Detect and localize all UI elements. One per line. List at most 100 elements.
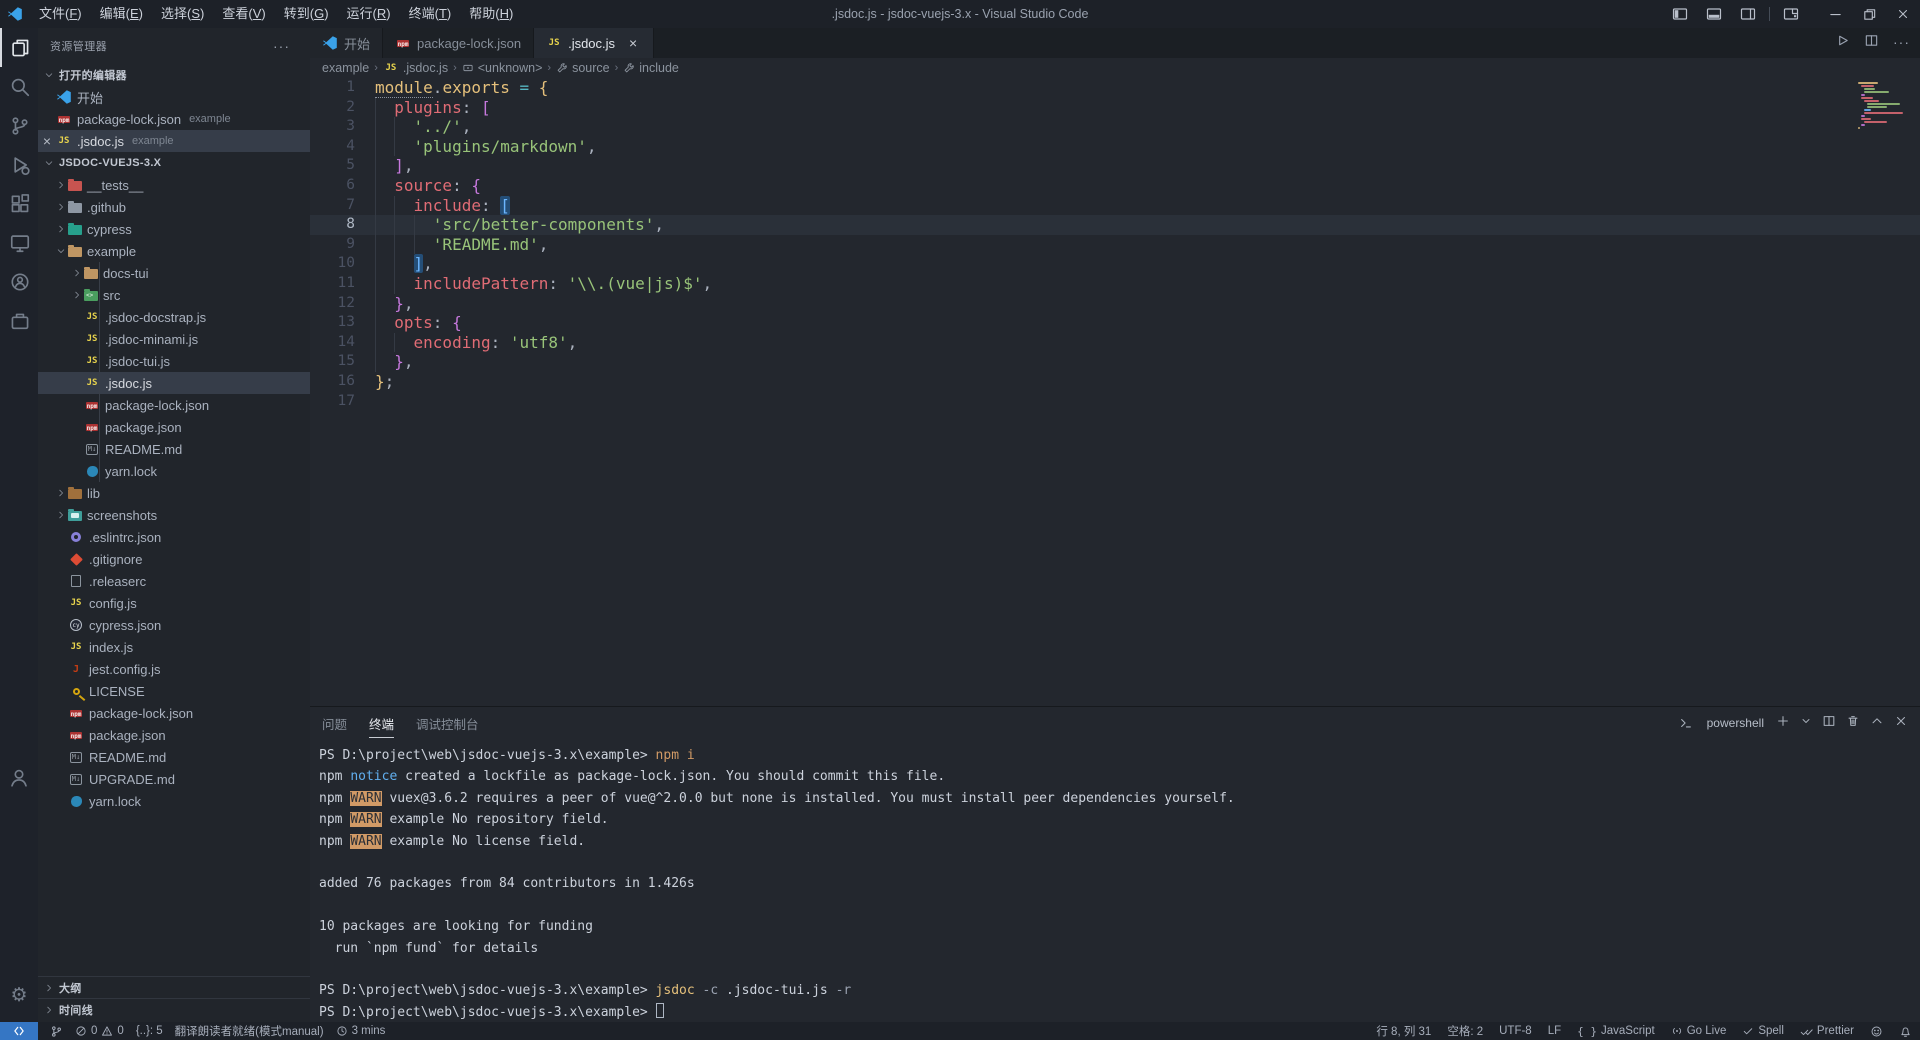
toggle-panel-button[interactable] bbox=[1697, 0, 1731, 28]
toggle-sidebar-button[interactable] bbox=[1663, 0, 1697, 28]
tree-item[interactable]: JSconfig.js bbox=[38, 592, 310, 614]
status-encoding[interactable]: UTF-8 bbox=[1499, 1025, 1532, 1037]
menu-item[interactable]: 选择(S) bbox=[152, 0, 213, 28]
open-editor-item[interactable]: ×JS.jsdoc.jsexample bbox=[38, 130, 310, 152]
tree-item[interactable]: M↓README.md bbox=[38, 746, 310, 768]
breadcrumb-item[interactable]: <unknown> bbox=[462, 61, 543, 75]
code-line[interactable]: 13 opts: { bbox=[310, 313, 1920, 333]
menu-item[interactable]: 帮助(H) bbox=[460, 0, 522, 28]
more-button[interactable]: ··· bbox=[1893, 34, 1910, 52]
tree-item[interactable]: .gitignore bbox=[38, 548, 310, 570]
panel-tab[interactable]: 终端 bbox=[369, 708, 394, 738]
sidebar-more-actions-button[interactable]: ··· bbox=[273, 38, 290, 54]
tree-item[interactable]: JS.jsdoc.js bbox=[38, 372, 310, 394]
status-timer[interactable]: 3 mins bbox=[336, 1025, 386, 1037]
kill-terminal-button[interactable] bbox=[1846, 714, 1860, 733]
remote-indicator[interactable] bbox=[0, 1022, 38, 1040]
breadcrumb-item[interactable]: include bbox=[623, 61, 679, 75]
code-line[interactable]: 9 'README.md', bbox=[310, 235, 1920, 255]
breadcrumb-item[interactable]: source bbox=[556, 61, 610, 75]
code-line[interactable]: 14 encoding: 'utf8', bbox=[310, 333, 1920, 353]
close-button[interactable] bbox=[1886, 0, 1920, 28]
tree-item[interactable]: LICENSE bbox=[38, 680, 310, 702]
code-line[interactable]: 12 }, bbox=[310, 294, 1920, 314]
tree-item[interactable]: docs-tui bbox=[38, 262, 310, 284]
tree-item[interactable]: screenshots bbox=[38, 504, 310, 526]
terminal-output[interactable]: PS D:\project\web\jsdoc-vuejs-3.x\exampl… bbox=[310, 739, 1920, 1022]
code-line[interactable]: 6 source: { bbox=[310, 176, 1920, 196]
editor-tab[interactable]: npmpackage-lock.json bbox=[383, 28, 534, 58]
code-line[interactable]: 10 ], bbox=[310, 254, 1920, 274]
tree-item[interactable]: JS.jsdoc-docstrap.js bbox=[38, 306, 310, 328]
activity-extensions-button[interactable] bbox=[0, 184, 38, 223]
minimize-button[interactable] bbox=[1818, 0, 1852, 28]
tree-item[interactable]: npmpackage.json bbox=[38, 724, 310, 746]
close-icon[interactable]: × bbox=[625, 35, 641, 51]
activity-project-manager-button[interactable] bbox=[0, 301, 38, 340]
menu-item[interactable]: 编辑(E) bbox=[91, 0, 152, 28]
tree-item[interactable]: JS.jsdoc-tui.js bbox=[38, 350, 310, 372]
launch-profile-button[interactable] bbox=[1800, 714, 1812, 732]
tree-item[interactable]: lib bbox=[38, 482, 310, 504]
tree-item[interactable]: cypress bbox=[38, 218, 310, 240]
tree-item[interactable]: __tests__ bbox=[38, 174, 310, 196]
tree-item[interactable]: .eslintrc.json bbox=[38, 526, 310, 548]
menu-item[interactable]: 运行(R) bbox=[338, 0, 400, 28]
tree-item[interactable]: yarn.lock bbox=[38, 460, 310, 482]
code-line[interactable]: 16}; bbox=[310, 372, 1920, 392]
status-translator[interactable]: 翻译朗读者就绪(模式manual) bbox=[175, 1023, 324, 1039]
menu-item[interactable]: 转到(G) bbox=[275, 0, 338, 28]
activity-accounts-button[interactable] bbox=[0, 758, 38, 797]
section-时间线[interactable]: 时间线 bbox=[38, 998, 310, 1020]
tree-item[interactable]: JS.jsdoc-minami.js bbox=[38, 328, 310, 350]
shell-selector[interactable]: powershell bbox=[1707, 716, 1764, 730]
tree-item[interactable]: Jjest.config.js bbox=[38, 658, 310, 680]
status-notifications[interactable] bbox=[1899, 1025, 1912, 1038]
toggle-secondary-sidebar-button[interactable] bbox=[1731, 0, 1765, 28]
activity-explorer-button[interactable] bbox=[0, 28, 38, 67]
status-snippets[interactable]: {..}: 5 bbox=[136, 1025, 163, 1037]
status-prettier[interactable]: Prettier bbox=[1800, 1025, 1854, 1038]
tree-item[interactable]: src bbox=[38, 284, 310, 306]
panel-tab[interactable]: 问题 bbox=[322, 708, 347, 738]
activity-remote-explorer-button[interactable] bbox=[0, 223, 38, 262]
split-editor-button[interactable] bbox=[1864, 33, 1879, 53]
close-panel-button[interactable] bbox=[1894, 714, 1908, 733]
code-line[interactable]: 17 bbox=[310, 392, 1920, 412]
status-branch[interactable] bbox=[50, 1025, 63, 1038]
editor-tab[interactable]: JS.jsdoc.js× bbox=[534, 28, 654, 58]
close-icon[interactable]: × bbox=[38, 132, 56, 150]
editor-tab[interactable]: 开始 bbox=[310, 28, 383, 58]
code-line[interactable]: 11 includePattern: '\\.(vue|js)$', bbox=[310, 274, 1920, 294]
tree-item[interactable]: JSindex.js bbox=[38, 636, 310, 658]
activity-live-share-button[interactable] bbox=[0, 262, 38, 301]
menu-item[interactable]: 终端(T) bbox=[400, 0, 461, 28]
activity-settings-button[interactable]: ⚙ bbox=[0, 976, 38, 1015]
section-大纲[interactable]: 大纲 bbox=[38, 976, 310, 998]
code-line[interactable]: 4 'plugins/markdown', bbox=[310, 137, 1920, 157]
code-line[interactable]: 2 plugins: [ bbox=[310, 98, 1920, 118]
activity-search-button[interactable] bbox=[0, 67, 38, 106]
panel-tab[interactable]: 调试控制台 bbox=[416, 708, 479, 738]
tree-item[interactable]: .releaserc bbox=[38, 570, 310, 592]
split-terminal-button[interactable] bbox=[1822, 714, 1836, 733]
tree-item[interactable]: example bbox=[38, 240, 310, 262]
status-feedback[interactable] bbox=[1870, 1025, 1883, 1038]
new-terminal-button[interactable] bbox=[1776, 714, 1790, 733]
tree-item[interactable]: npmpackage-lock.json bbox=[38, 702, 310, 724]
customize-layout-button[interactable] bbox=[1774, 0, 1808, 28]
code-editor[interactable]: 1module.exports = {2 plugins: [3 '../',4… bbox=[310, 78, 1920, 706]
code-line[interactable]: 7 include: [ bbox=[310, 196, 1920, 216]
menu-item[interactable]: 文件(F) bbox=[30, 0, 91, 28]
tree-item[interactable]: npmpackage-lock.json bbox=[38, 394, 310, 416]
status-cursor-position[interactable]: 行 8, 列 31 bbox=[1376, 1023, 1431, 1039]
status-go-live[interactable]: Go Live bbox=[1671, 1025, 1727, 1037]
restore-button[interactable] bbox=[1852, 0, 1886, 28]
breadcrumb-item[interactable]: example bbox=[322, 61, 369, 75]
status-problems[interactable]: 00 bbox=[75, 1025, 124, 1037]
breadcrumb-item[interactable]: JS.jsdoc.js bbox=[383, 60, 448, 76]
open-editor-item[interactable]: 开始 bbox=[38, 86, 310, 108]
open-editors-header[interactable]: 打开的编辑器 bbox=[38, 64, 310, 86]
status-eol[interactable]: LF bbox=[1548, 1025, 1561, 1037]
tree-item[interactable]: npmpackage.json bbox=[38, 416, 310, 438]
